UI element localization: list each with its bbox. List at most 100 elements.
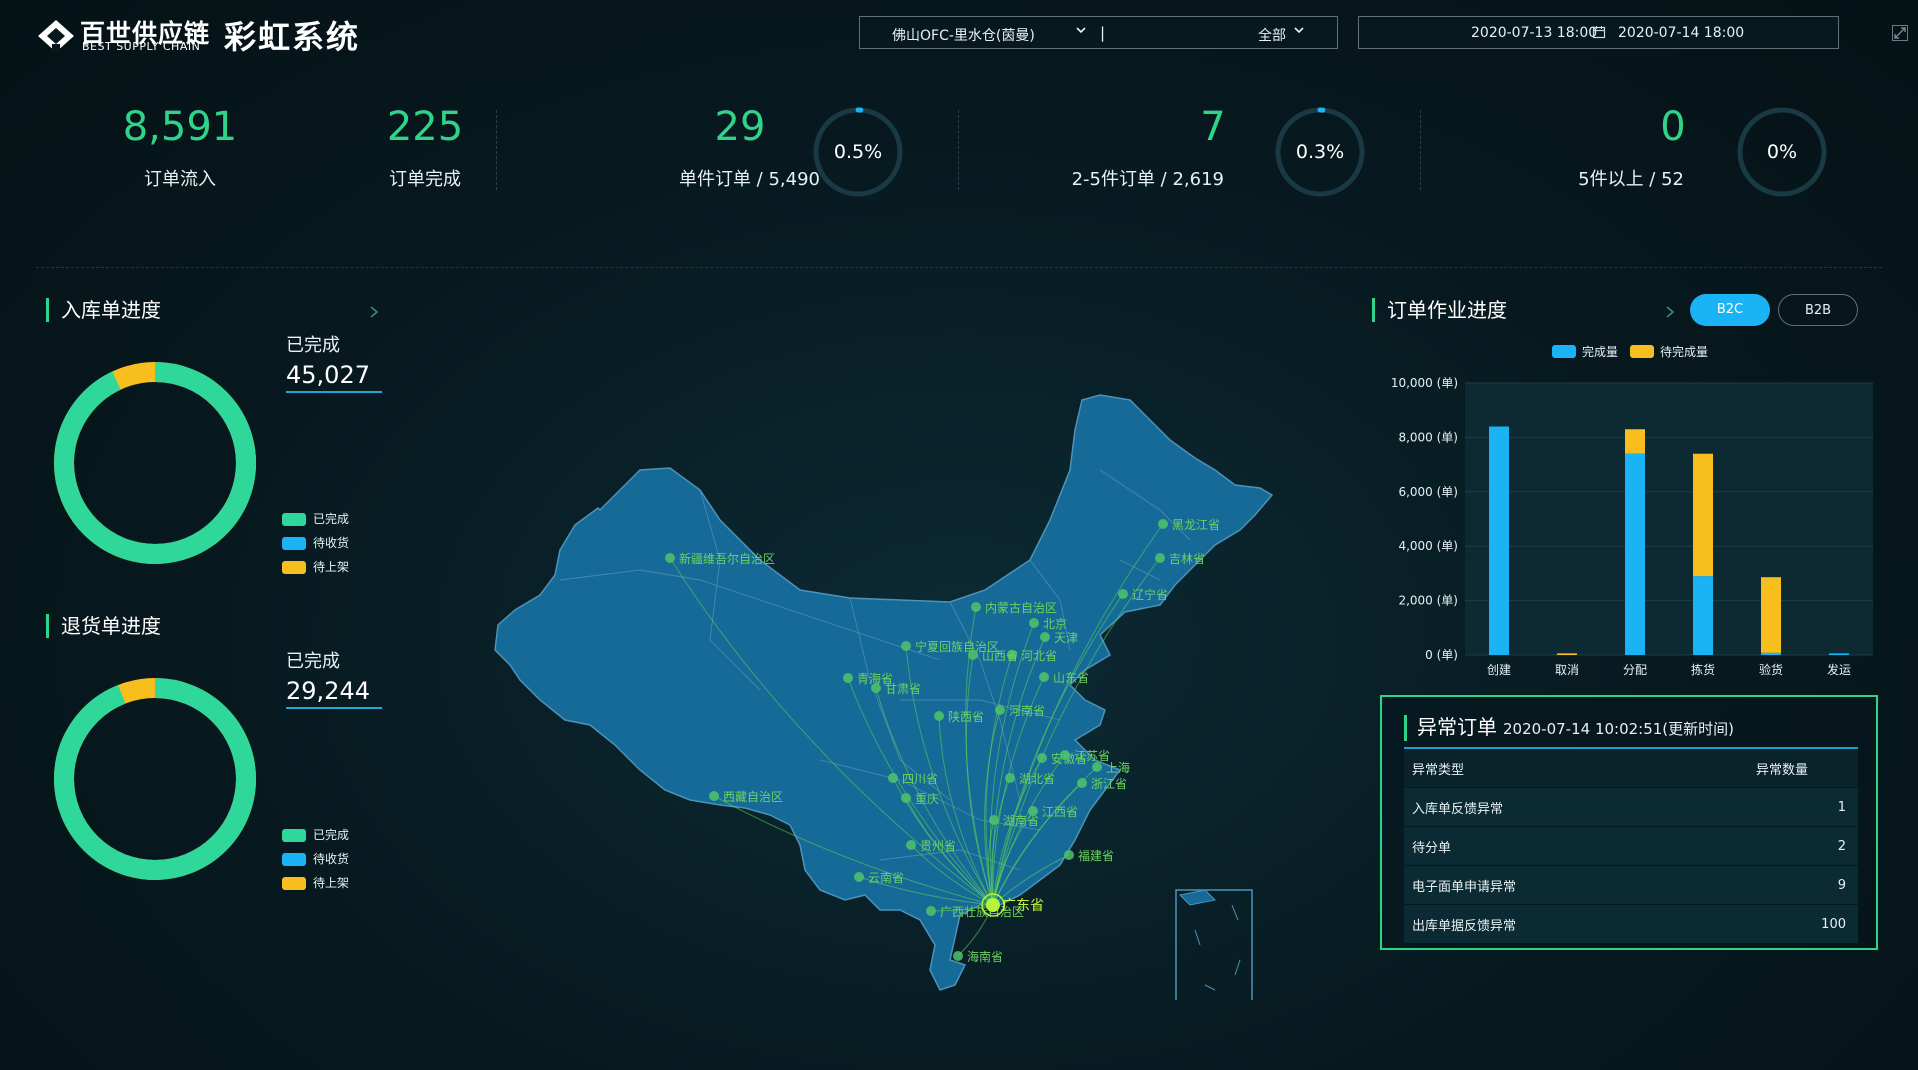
province-point [843,673,853,683]
brand-logo-icon [38,20,74,52]
returns-legend: 已完成 待收货 待上架 [282,826,349,892]
y-tick-label: 4,000 (单) [1398,539,1458,553]
kpi-fiveplus-percent: 0% [1766,141,1798,163]
province-label: 浙江省 [1091,777,1127,791]
order-progress-title: 订单作业进度 [1372,298,1507,322]
chevron-down-icon[interactable] [1074,23,1088,37]
china-map[interactable]: 黑龙江省吉林省辽宁省新疆维吾尔自治区内蒙古自治区北京天津宁夏回族自治区河北省山西… [480,380,1280,1000]
province-point [1155,553,1165,563]
province-label: 四川省 [902,772,938,786]
chevron-down-icon[interactable] [1292,23,1306,37]
kpi-divider [958,110,960,190]
anomaly-type: 待分单 [1412,840,1452,856]
anomaly-type: 电子面单申请异常 [1412,879,1517,895]
anomaly-title: 异常订单 2020-07-14 10:02:51(更新时间) [1404,715,1734,741]
warehouse-select[interactable]: 佛山OFC-里水仓(茵曼) [892,25,1035,45]
table-row[interactable]: 出库单据反馈异常 100 [1404,905,1858,944]
inbound-done-value: 45,027 [286,361,382,393]
legend-label: 完成量 [1582,344,1618,359]
china-map-shape [494,394,1274,991]
chevron-right-icon[interactable] [1664,306,1676,318]
south-sea-inset [1175,889,1253,1000]
returns-done-value: 29,244 [286,677,382,709]
south-sea-islands [1178,889,1241,991]
date-range-picker[interactable]: 2020-07-13 18:00 2020-07-14 18:00 [1358,16,1839,49]
category-select[interactable]: 全部 [1258,25,1286,45]
anomaly-count: 100 [1821,916,1846,932]
legend-item[interactable]: 已完成 [282,510,349,528]
kpi-fiveplus-value: 0 [1660,104,1686,150]
x-tick-label: 发运 [1827,662,1851,677]
legend-item[interactable]: 待收货 [282,850,349,868]
province-point [986,898,1000,912]
y-tick-label: 10,000 (单) [1391,376,1458,390]
legend-swatch [1630,345,1654,358]
province-label: 江西省 [1042,805,1078,819]
province-label: 甘肃省 [885,682,921,696]
province-point [1060,750,1070,760]
province-label: 山西省 [982,649,1018,663]
y-tick-label: 0 (单) [1425,648,1458,662]
legend-item[interactable]: 待收货 [282,534,349,552]
table-row[interactable]: 入库单反馈异常 1 [1404,788,1858,827]
x-tick-label: 验货 [1759,662,1783,677]
x-tick-label: 拣货 [1691,662,1715,677]
province-point [926,906,936,916]
kpi-fiveplus-label: 5件以上 / 52 [1578,169,1684,190]
province-point [888,773,898,783]
bar-segment [1761,577,1781,653]
province-label: 上海 [1106,760,1130,775]
province-point [1037,753,1047,763]
fullscreen-icon[interactable] [1892,25,1908,41]
legend-item[interactable]: 已完成 [282,826,349,844]
y-axis-labels: 0 (单) 2,000 (单) 4,000 (单) 6,000 (单) 8,000 (单… [1391,376,1458,662]
province-label: 河南省 [1009,703,1045,718]
province-label: 陕西省 [948,709,984,724]
y-tick-label: 6,000 (单) [1398,485,1458,499]
anomaly-count: 1 [1837,799,1846,815]
col-count-header: 异常数量 [1755,762,1808,778]
bar-segment [1829,653,1849,655]
province-label: 河北省 [1021,649,1057,663]
table-row[interactable]: 电子面单申请异常 9 [1404,866,1858,905]
date-start[interactable]: 2020-07-13 18:00 [1471,25,1597,41]
table-row[interactable]: 待分单 2 [1404,827,1858,866]
anomaly-panel: 异常订单 2020-07-14 10:02:51(更新时间) 异常类型 异常数量 … [1380,695,1878,950]
date-end[interactable]: 2020-07-14 18:00 [1618,25,1744,41]
province-point [1064,850,1074,860]
returns-done-label: 已完成 [286,651,340,672]
bar-segment [1625,453,1645,655]
province-label: 天津 [1054,631,1078,645]
plot-area [1465,383,1873,655]
chevron-right-icon[interactable] [368,306,380,318]
legend-item[interactable]: 待上架 [282,558,349,576]
kpi-divider [1420,110,1422,190]
province-label: 贵州省 [920,839,956,853]
filter-separator: | [1100,24,1106,42]
warehouse-filter[interactable]: 佛山OFC-里水仓(茵曼) | 全部 [859,16,1338,49]
bar-segment [1693,453,1713,577]
legend-label: 待完成量 [1660,344,1708,359]
province-label: 海南省 [967,949,1003,964]
kpi-order-done-label: 订单完成 [389,169,461,190]
anomaly-title-text: 异常订单 [1417,715,1497,739]
tab-b2b[interactable]: B2B [1778,294,1858,326]
legend-item[interactable]: 待上架 [282,874,349,892]
bar-segment [1557,653,1577,655]
brand-name-en: BEST SUPPLY CHAIN [82,40,201,53]
province-point [1005,773,1015,783]
col-type-header: 异常类型 [1412,762,1465,778]
table-header: 异常类型 异常数量 [1404,749,1858,788]
province-point [953,951,963,961]
kpi-single-percent: 0.5% [833,141,883,163]
x-axis-labels: 创建 取消 分配 拣货 验货 发运 [1487,662,1851,677]
province-label: 北京 [1043,617,1067,631]
kpi-single-label: 单件订单 / 5,490 [678,169,820,190]
province-point [995,705,1005,715]
province-label: 内蒙古自治区 [985,600,1057,615]
province-label: 江苏省 [1074,749,1110,763]
province-label: 辽宁省 [1132,587,1168,602]
province-point [1028,806,1038,816]
tab-b2c[interactable]: B2C [1690,294,1770,326]
province-point [934,711,944,721]
